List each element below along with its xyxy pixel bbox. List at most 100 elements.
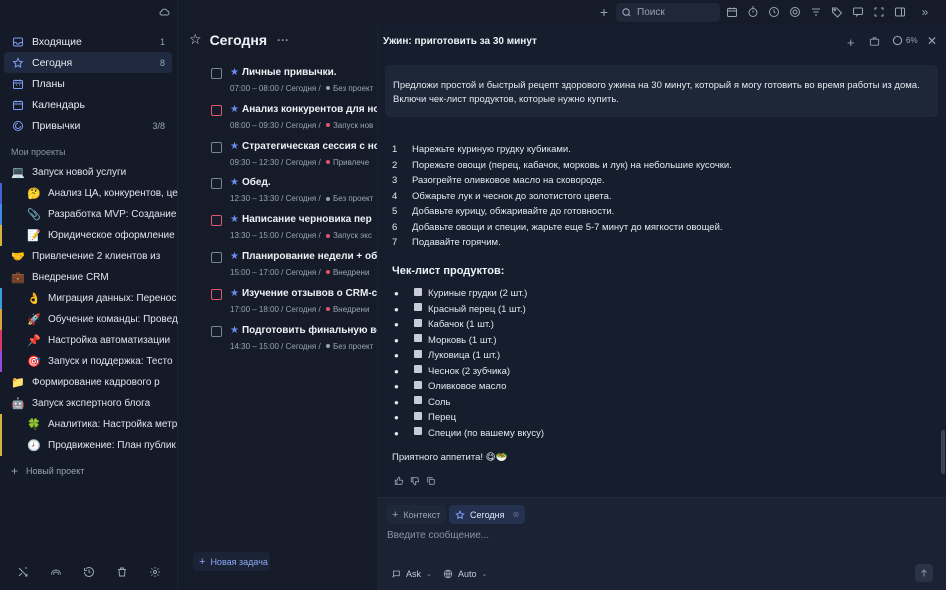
task-row[interactable]: ★ Планирование недели + обе 15:00 – 17:00 … — [211, 249, 377, 285]
task-project: Запуск экс — [332, 231, 372, 241]
project-item[interactable]: 🎯 Запуск и поддержка: Тесто — [0, 351, 178, 372]
task-row[interactable]: ★Подготовить финальную верс 14:30 – 15:00… — [211, 323, 377, 359]
task-row[interactable]: ★ Личные привычки. 07:00 – 08:00 / Сегодня… — [211, 65, 377, 101]
focus-icon[interactable] — [872, 5, 886, 19]
progress-ring-icon — [892, 35, 903, 46]
step-text: Добавьте курицу, обжаривайте до готовнос… — [412, 206, 615, 217]
project-item[interactable]: 📝 Юридическое оформление — [0, 225, 178, 246]
scrollbar[interactable] — [941, 430, 945, 474]
project-item[interactable]: 👌 Миграция данных: Перенос — [0, 288, 178, 309]
task-checkbox[interactable] — [211, 104, 222, 116]
model-select[interactable]: Auto ⌄ — [438, 564, 492, 583]
habit-icon[interactable] — [788, 5, 802, 19]
add-icon[interactable]: + — [597, 4, 611, 20]
task-row[interactable]: ★ Написание черновика пер 13:30 – 15:00 / … — [211, 212, 377, 248]
nav-habits[interactable]: Привычки 3/8 — [4, 115, 172, 136]
checkbox-icon[interactable] — [414, 318, 422, 327]
search-input[interactable]: Поиск — [616, 3, 720, 22]
task-row[interactable]: ★ Изучение отзывов о CRM-сис 17:00 – 18:00… — [211, 286, 377, 322]
project-emoji-icon: 📁 — [11, 377, 25, 389]
history-icon[interactable] — [83, 566, 95, 578]
checkbox-icon[interactable] — [414, 287, 422, 296]
comment-icon[interactable] — [851, 5, 865, 19]
context-chip[interactable]: + Контекст — [386, 505, 447, 524]
outro-text: Приятного аппетита! 😋🥗 — [392, 452, 508, 463]
task-row[interactable]: ★ Анализ конкурентов для нов 08:00 – 09:30… — [211, 102, 377, 138]
thumbs-up-icon[interactable] — [394, 476, 404, 486]
project-item[interactable]: 🍀 Аналитика: Настройка метр — [0, 414, 178, 435]
model-label: Auto — [458, 568, 477, 579]
nav-calendar[interactable]: Календарь — [4, 94, 172, 115]
expand-icon[interactable]: » — [918, 5, 932, 19]
thumbs-down-icon[interactable] — [410, 476, 420, 486]
send-button[interactable] — [915, 564, 933, 582]
checkbox-icon[interactable] — [414, 334, 422, 342]
project-item[interactable]: 🤖 Запуск экспертного блога — [0, 393, 178, 414]
close-icon[interactable]: ✕ — [927, 34, 937, 48]
task-checkbox[interactable] — [211, 68, 222, 79]
gear-icon[interactable] — [149, 566, 161, 578]
step-text: Добавьте овощи и специи, жарьте еще 5-7 … — [412, 221, 723, 233]
task-checkbox[interactable] — [211, 325, 222, 337]
task-name: ★ Написание черновика пер — [230, 214, 377, 225]
task-checkbox[interactable] — [211, 252, 222, 263]
today-chip[interactable]: Сегодня ⊗ — [449, 505, 526, 524]
task-checkbox[interactable] — [211, 215, 222, 227]
tag-icon[interactable] — [830, 5, 844, 19]
copy-icon[interactable] — [426, 476, 436, 486]
new-project-button[interactable]: + Новый проект — [11, 464, 84, 478]
project-item[interactable]: 🕗 Продвижение: План публик — [0, 435, 178, 456]
rainbow-icon[interactable] — [50, 566, 62, 578]
nav-plans[interactable]: Планы — [4, 73, 172, 94]
task-name: ★Подготовить финальную верс — [230, 325, 377, 336]
calendar-icon[interactable] — [725, 5, 739, 19]
today-label: Сегодня — [470, 509, 505, 520]
checkbox-icon[interactable] — [414, 411, 422, 420]
checkbox-icon[interactable] — [414, 396, 422, 404]
checkbox-icon[interactable] — [414, 365, 422, 373]
more-icon[interactable]: ··· — [277, 33, 289, 47]
task-checkbox[interactable] — [211, 141, 222, 153]
progress-indicator[interactable]: 6% — [892, 35, 918, 46]
bullet-icon: ● — [394, 351, 399, 360]
project-item[interactable]: 📁 Формирование кадрового р — [0, 372, 178, 393]
project-item[interactable]: 📌 Настройка автоматизации — [0, 330, 178, 351]
add-icon[interactable]: + — [847, 35, 855, 50]
cloud-icon[interactable] — [158, 6, 171, 18]
checkbox-icon[interactable] — [414, 380, 422, 389]
task-row[interactable]: ★ Обед. 12:30 – 13:30 / Сегодня / Без прое… — [211, 175, 377, 211]
bullet-icon: ● — [394, 366, 399, 376]
nav-inbox[interactable]: Входящие 1 — [4, 31, 172, 52]
message-input[interactable]: Введите сообщение... — [387, 530, 489, 541]
timer-icon[interactable] — [746, 5, 760, 19]
project-item[interactable]: 🤝 Привлечение 2 клиентов из — [0, 246, 178, 267]
trash-icon[interactable] — [116, 566, 128, 578]
sidebar-footer — [0, 566, 178, 578]
project-item[interactable]: 📎 Разработка MVP: Создание — [0, 204, 178, 225]
checkbox-icon[interactable] — [414, 303, 422, 311]
recipe-step: 1 Нарежьте куриную грудку кубиками. — [392, 144, 571, 155]
task-row[interactable]: ★ Стратегическая сессия с нов 09:30 – 12:3… — [211, 139, 377, 175]
nav-today-label: Сегодня — [32, 56, 73, 69]
project-item[interactable]: 💼 Внедрение CRM — [0, 267, 178, 288]
message-reactions — [394, 476, 436, 486]
inbox-icon — [11, 36, 25, 48]
remove-chip-icon[interactable]: ⊗ — [513, 510, 520, 519]
shuffle-icon[interactable] — [17, 566, 29, 578]
clock-icon[interactable] — [767, 5, 781, 19]
project-label: Запуск новой услуги — [32, 167, 127, 178]
task-checkbox[interactable] — [211, 178, 222, 190]
checkbox-icon[interactable] — [414, 349, 422, 358]
task-checkbox[interactable] — [211, 288, 222, 300]
briefcase-icon[interactable] — [869, 36, 880, 47]
step-text: Подавайте горячим. — [412, 237, 501, 248]
new-task-button[interactable]: + Новая задача — [193, 552, 270, 571]
panel-icon[interactable] — [893, 5, 907, 19]
nav-today[interactable]: Сегодня 8 — [4, 52, 172, 73]
filter-icon[interactable] — [809, 5, 823, 19]
checkbox-icon[interactable] — [414, 427, 422, 435]
mode-select[interactable]: Ask ⌄ — [386, 564, 437, 583]
project-item[interactable]: 💻 Запуск новой услуги — [0, 162, 178, 183]
project-item[interactable]: 🚀 Обучение команды: Провед — [0, 309, 178, 330]
project-item[interactable]: 🤔 Анализ ЦА, конкурентов, це — [0, 183, 178, 204]
